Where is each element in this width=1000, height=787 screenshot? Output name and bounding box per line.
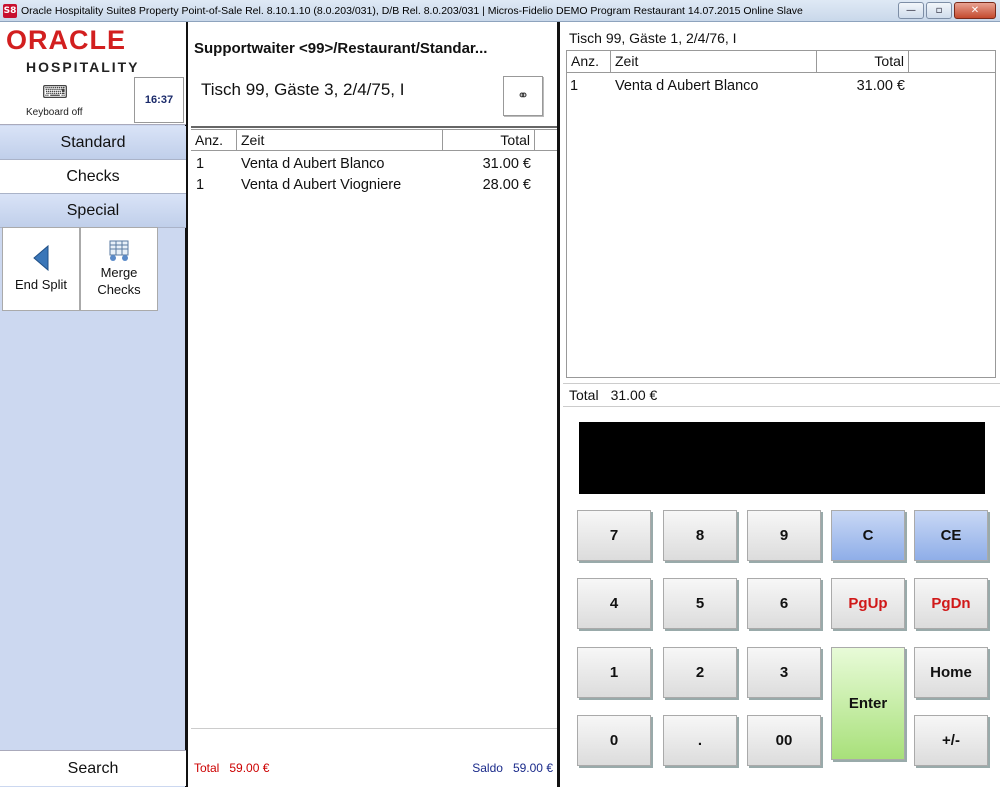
maximize-button[interactable]: ▫ <box>926 2 952 19</box>
search-button[interactable]: Search <box>0 750 186 786</box>
split-check-panel: Tisch 99, Gäste 1, 2/4/76, I Anz. Zeit T… <box>563 22 1000 787</box>
app-icon: S8 <box>3 3 17 18</box>
arrow-left-icon <box>33 244 49 271</box>
key-page-up[interactable]: PgUp <box>831 578 905 629</box>
key-decimal[interactable]: . <box>663 715 737 766</box>
key-3[interactable]: 3 <box>747 647 821 698</box>
keyboard-toggle[interactable]: ⌨ Keyboard off <box>4 80 92 122</box>
row-qty: 1 <box>196 176 205 193</box>
check-panel: Supportwaiter <99>/Restaurant/Standar...… <box>191 22 560 787</box>
total-value: 31.00 € <box>610 387 658 403</box>
row-item: Venta d Aubert Viogniere <box>241 176 402 193</box>
split-button[interactable]: ⚭ <box>503 76 543 116</box>
check-header-title: Supportwaiter <99>/Restaurant/Standar... <box>194 40 488 57</box>
split-check-row[interactable]: 1 Venta d Aubert Blanco 31.00 € <box>567 75 995 96</box>
merge-checks-icon <box>109 240 129 262</box>
title-bar: S8 Oracle Hospitality Suite8 Property Po… <box>0 0 1000 22</box>
column-header-total[interactable]: Total <box>817 51 909 72</box>
keyboard-label: Keyboard off <box>26 107 83 118</box>
left-panel: ORACLE HOSPITALITY ⌨ Keyboard off 16:37 … <box>0 22 188 787</box>
total-label: Total <box>194 761 220 775</box>
key-clear-entry[interactable]: CE <box>914 510 988 561</box>
key-clear[interactable]: C <box>831 510 905 561</box>
tab-standard[interactable]: Standard <box>0 126 186 160</box>
key-0[interactable]: 0 <box>577 715 651 766</box>
split-grid-header: Anz. Zeit Total <box>567 51 995 73</box>
merge-checks-button[interactable]: Merge Checks <box>80 227 158 311</box>
tab-checks[interactable]: Checks <box>0 160 186 194</box>
row-total: 28.00 € <box>482 176 531 193</box>
end-split-label: End Split <box>14 276 68 292</box>
key-7[interactable]: 7 <box>577 510 651 561</box>
row-item: Venta d Aubert Blanco <box>615 77 759 94</box>
key-page-down[interactable]: PgDn <box>914 578 988 629</box>
column-header-qty[interactable]: Anz. <box>191 130 237 150</box>
column-header-qty[interactable]: Anz. <box>567 51 611 72</box>
key-home[interactable]: Home <box>914 647 988 698</box>
column-header-time[interactable]: Zeit <box>237 130 443 150</box>
key-5[interactable]: 5 <box>663 578 737 629</box>
row-qty: 1 <box>570 77 579 94</box>
merge-checks-label: Merge Checks <box>97 265 141 297</box>
key-enter[interactable]: Enter <box>831 647 905 760</box>
table-info: Tisch 99, Gäste 3, 2/4/75, I <box>201 80 405 99</box>
window-controls: — ▫ ✕ <box>898 2 996 19</box>
row-total: 31.00 € <box>482 155 531 172</box>
check-footer: Total 59.00 € Saldo 59.00 € <box>191 728 557 787</box>
saldo-label: Saldo <box>472 761 503 775</box>
key-9[interactable]: 9 <box>747 510 821 561</box>
split-table-info: Tisch 99, Gäste 1, 2/4/76, I <box>569 30 737 46</box>
keyboard-icon: ⌨ <box>42 82 68 103</box>
column-header-total[interactable]: Total <box>443 130 535 150</box>
close-button[interactable]: ✕ <box>954 2 996 19</box>
hospitality-logo: HOSPITALITY <box>26 59 140 75</box>
logo-area: ORACLE HOSPITALITY ⌨ Keyboard off 16:37 <box>0 22 186 125</box>
split-icon: ⚭ <box>517 88 529 104</box>
total-label: Total <box>569 387 599 403</box>
oracle-logo: ORACLE <box>6 25 126 55</box>
column-header-time[interactable]: Zeit <box>611 51 817 72</box>
clock: 16:37 <box>134 77 184 123</box>
saldo-value: 59.00 € <box>512 761 553 775</box>
key-6[interactable]: 6 <box>747 578 821 629</box>
key-4[interactable]: 4 <box>577 578 651 629</box>
total-value: 59.00 € <box>229 761 270 775</box>
split-check-list[interactable]: Anz. Zeit Total 1 Venta d Aubert Blanco … <box>566 50 996 378</box>
row-total: 31.00 € <box>856 77 905 94</box>
row-item: Venta d Aubert Blanco <box>241 155 385 172</box>
check-row[interactable]: 1 Venta d Aubert Viogniere 28.00 € <box>191 174 557 195</box>
key-double-zero[interactable]: 00 <box>747 715 821 766</box>
check-saldo: Saldo 59.00 € <box>472 761 553 775</box>
minimize-button[interactable]: — <box>898 2 924 19</box>
split-total: Total 31.00 € <box>563 383 1000 407</box>
divider <box>191 126 557 128</box>
check-grid-header: Anz. Zeit Total <box>191 129 557 151</box>
row-qty: 1 <box>196 155 205 172</box>
numeric-display <box>579 422 985 494</box>
key-1[interactable]: 1 <box>577 647 651 698</box>
check-total: Total 59.00 € <box>194 761 269 775</box>
window-title: Oracle Hospitality Suite8 Property Point… <box>21 4 803 17</box>
tab-special[interactable]: Special <box>0 194 186 228</box>
key-plus-minus[interactable]: +/- <box>914 715 988 766</box>
check-row[interactable]: 1 Venta d Aubert Blanco 31.00 € <box>191 153 557 174</box>
key-8[interactable]: 8 <box>663 510 737 561</box>
key-2[interactable]: 2 <box>663 647 737 698</box>
end-split-button[interactable]: End Split <box>2 227 80 311</box>
